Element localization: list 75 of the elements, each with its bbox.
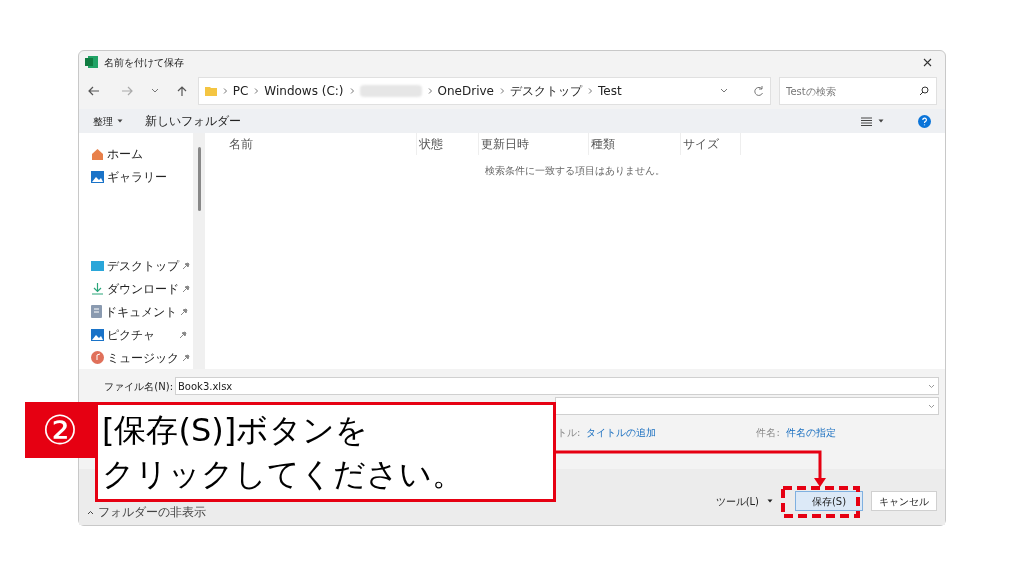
back-arrow-icon[interactable]	[87, 85, 101, 97]
column-header[interactable]: 状態	[417, 133, 479, 155]
field-label: トル:	[557, 425, 581, 440]
sidebar-item[interactable]: デスクトップ	[107, 257, 179, 276]
breadcrumb-item[interactable]: OneDrive	[437, 82, 494, 100]
up-arrow-icon[interactable]	[175, 85, 188, 97]
pin-icon	[182, 284, 190, 293]
chevron-right-icon	[499, 88, 504, 94]
list-view-icon	[861, 116, 872, 126]
chevron-down-icon[interactable]	[150, 87, 161, 95]
field-label: ファイル名(N):	[103, 379, 174, 394]
file-name-field[interactable]: Book3.xlsx	[175, 377, 939, 395]
refresh-icon[interactable]	[753, 85, 764, 97]
column-header[interactable]: 名前	[227, 133, 417, 155]
step-number: ②	[42, 410, 78, 450]
pin-icon	[179, 330, 187, 339]
callout-text: [保存(S)]ボタンを	[102, 410, 370, 451]
search-field[interactable]: Testの検索	[779, 77, 937, 105]
sidebar-item[interactable]: ミュージック	[107, 348, 179, 367]
breadcrumb-item[interactable]: Windows (C:)	[264, 82, 344, 100]
download-icon	[91, 282, 104, 295]
search-icon	[919, 86, 929, 96]
breadcrumb-item[interactable]: Test	[597, 82, 622, 100]
file-type-field[interactable]	[555, 397, 939, 415]
chevron-right-icon	[254, 88, 259, 94]
pin-icon	[180, 307, 188, 316]
new-folder-button[interactable]: 新しいフォルダー	[145, 112, 241, 130]
pin-icon	[182, 262, 190, 271]
sidebar-item[interactable]: ギャラリー	[107, 168, 187, 187]
chevron-down-icon	[928, 403, 935, 409]
metadata-link[interactable]: タイトルの追加	[586, 424, 657, 440]
caret-down-icon	[767, 499, 773, 503]
document-icon	[91, 305, 102, 319]
sidebar-item[interactable]: ピクチャ	[107, 325, 176, 344]
help-icon[interactable]	[918, 114, 931, 128]
caret-down-icon	[117, 119, 123, 123]
image-icon	[91, 328, 104, 341]
view-menu-button[interactable]	[861, 116, 884, 126]
monitor-icon	[91, 261, 104, 272]
sidebar-item[interactable]: ダウンロード	[107, 279, 179, 298]
cancel-button[interactable]: キャンセル	[871, 491, 937, 511]
chevron-right-icon	[349, 88, 354, 94]
tools-menu[interactable]: ツール(L)	[715, 493, 773, 509]
sidebar-item[interactable]: ドキュメント	[105, 302, 177, 321]
field-label: 件名:	[756, 425, 780, 440]
callout-text: クリックしてください。	[102, 454, 465, 495]
close-icon	[922, 57, 932, 67]
chevron-down-icon	[928, 384, 935, 389]
breadcrumb-item[interactable]: デスクトップ	[509, 82, 582, 100]
metadata-link[interactable]: 件名の指定	[785, 424, 836, 440]
chevron-right-icon	[587, 88, 592, 94]
chevron-right-icon	[222, 88, 227, 94]
address-bar[interactable]: PC Windows (C:) OneDrive デスクトップ Test	[197, 77, 771, 105]
sidebar-item[interactable]: ホーム	[107, 145, 187, 164]
empty-message: 検索条件に一致する項目はありません。	[485, 164, 665, 178]
blurred-breadcrumb	[359, 85, 422, 97]
pin-icon	[182, 353, 190, 362]
folder-icon	[204, 86, 217, 96]
organize-menu[interactable]: 整理	[93, 113, 123, 129]
spreadsheet-icon	[85, 56, 98, 68]
caret-down-icon	[878, 119, 884, 123]
window-title: 名前を付けて保存	[104, 55, 184, 70]
column-header[interactable]: 種類	[589, 133, 681, 155]
image-icon	[91, 171, 104, 184]
house-icon	[91, 148, 104, 161]
music-icon	[91, 351, 104, 365]
breadcrumb-item[interactable]: PC	[232, 82, 249, 100]
save-button[interactable]: 保存(S)	[795, 491, 863, 511]
chevron-right-icon	[427, 88, 432, 94]
column-header[interactable]: サイズ	[681, 133, 741, 155]
column-header[interactable]: 更新日時	[479, 133, 589, 155]
chevron-up-icon	[87, 509, 94, 515]
chevron-down-icon[interactable]	[719, 87, 729, 95]
scrollbar-thumb[interactable]	[197, 147, 201, 211]
hide-folders-toggle[interactable]: フォルダーの非表示	[87, 503, 206, 521]
